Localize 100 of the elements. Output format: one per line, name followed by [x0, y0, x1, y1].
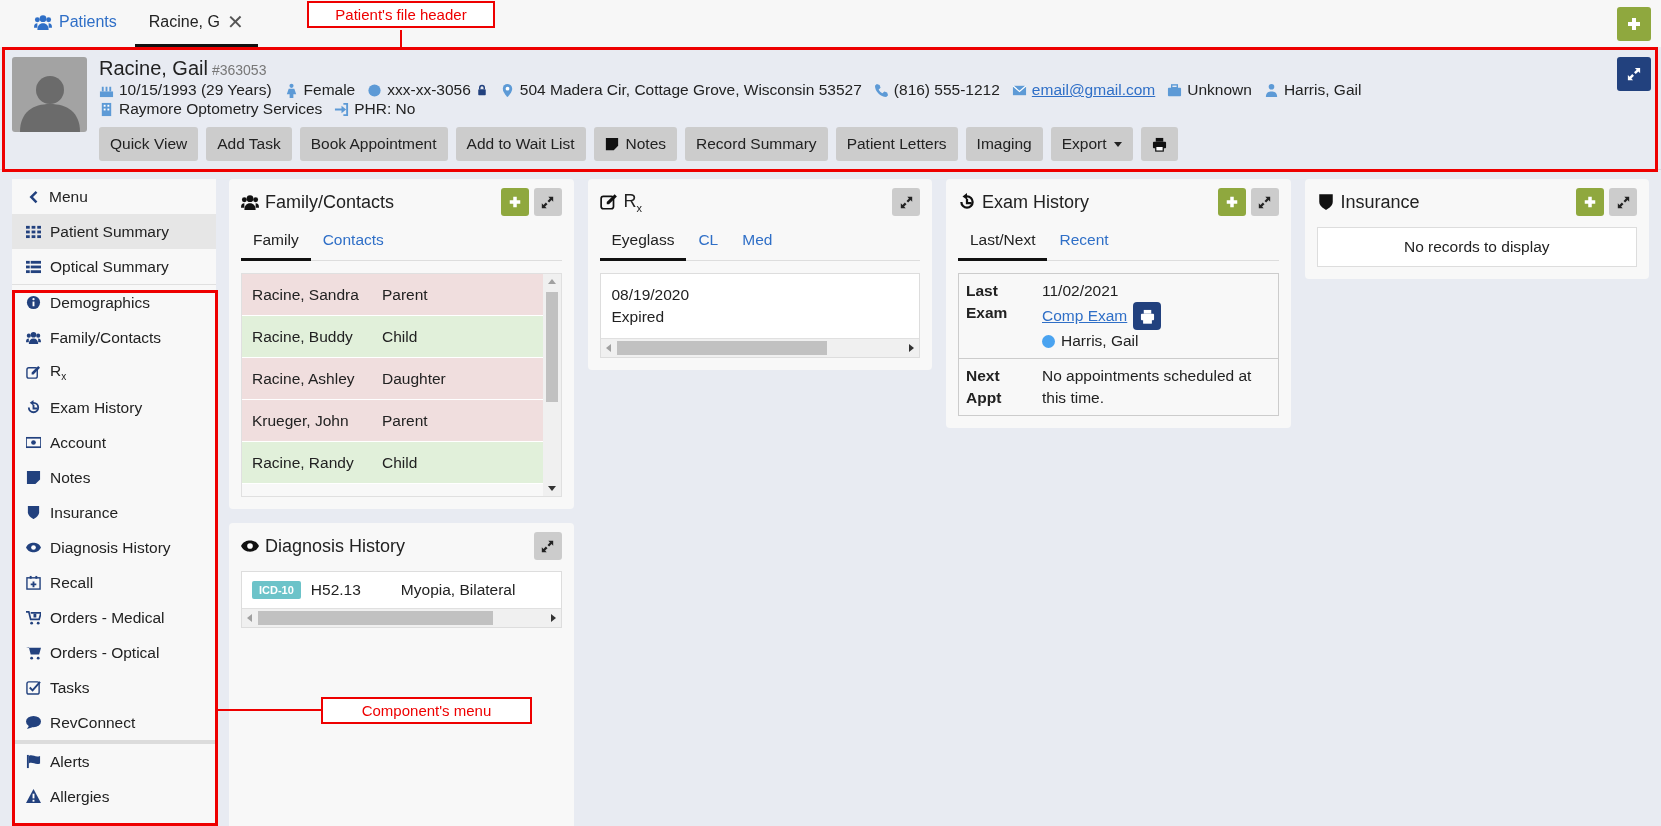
- panel-title: R$_{x}$: [623, 190, 642, 214]
- horizontal-scrollbar[interactable]: [600, 338, 919, 357]
- scroll-right-icon[interactable]: [548, 614, 557, 622]
- family-row[interactable]: Racine, Randy Child: [242, 442, 543, 484]
- relation-text: Child: [382, 453, 418, 472]
- family-row[interactable]: Racine, Sandra Parent: [242, 274, 543, 316]
- print-icon: [1151, 136, 1167, 152]
- notes-button[interactable]: Notes: [593, 127, 678, 161]
- export-dropdown[interactable]: Export: [1050, 127, 1133, 161]
- sidebar-item[interactable]: Orders - Optical: [12, 635, 216, 670]
- info-icon: [26, 295, 41, 310]
- expand-button[interactable]: [1617, 57, 1651, 91]
- sidebar-item[interactable]: Exam History: [12, 390, 216, 425]
- header-button[interactable]: Add Task: [206, 127, 292, 161]
- sidebar-item[interactable]: Insurance: [12, 495, 216, 530]
- scroll-down-icon[interactable]: [547, 484, 556, 492]
- header-button[interactable]: Quick View: [99, 127, 199, 161]
- family-row[interactable]: Krueger, John Parent: [242, 400, 543, 442]
- panel-tab[interactable]: Recent: [1047, 223, 1121, 261]
- member-name: Racine, Ashley: [252, 369, 356, 388]
- expand-icon: [899, 195, 913, 209]
- chat-icon: [26, 715, 41, 730]
- sidebar-item[interactable]: Demographics: [12, 285, 216, 320]
- patient-tab[interactable]: Patients: [20, 0, 131, 47]
- eye-icon: [26, 540, 41, 555]
- member-name: Racine, Randy: [252, 453, 355, 472]
- member-name: Racine, Buddy: [252, 327, 354, 346]
- dob-text: 10/15/1993 (29 Years): [119, 81, 272, 99]
- close-icon[interactable]: ✕: [226, 10, 244, 34]
- panel-tab[interactable]: CL: [686, 223, 731, 261]
- sidebar-item[interactable]: RevConnect: [12, 705, 216, 740]
- phone-icon: [873, 82, 889, 98]
- warning-icon: [26, 789, 41, 804]
- horizontal-scrollbar[interactable]: [242, 608, 561, 627]
- header-button[interactable]: Add to Wait List: [455, 127, 586, 161]
- people-icon: [34, 13, 52, 31]
- panel-tab[interactable]: Last/Next: [958, 223, 1048, 261]
- panel-tab[interactable]: Contacts: [310, 223, 396, 261]
- print-button[interactable]: [1140, 127, 1178, 161]
- panel-tab[interactable]: Family: [241, 223, 311, 261]
- scroll-right-icon[interactable]: [907, 344, 915, 352]
- sidebar-item[interactable]: Alerts: [12, 744, 216, 779]
- expand-button[interactable]: [533, 532, 562, 560]
- header-button[interactable]: Record Summary: [685, 127, 828, 161]
- sidebar-item[interactable]: Recall: [12, 565, 216, 600]
- member-name: Krueger, John: [252, 411, 350, 430]
- panel-tab[interactable]: Eyeglass: [599, 223, 687, 261]
- cart-plus-icon: [26, 610, 41, 625]
- appointment-text: No appointments scheduled at this time.: [1042, 366, 1253, 408]
- practice-text: Raymore Optometry Services: [119, 100, 323, 118]
- add-button[interactable]: [1617, 6, 1651, 41]
- empty-message: No records to display: [1316, 227, 1637, 267]
- exam-link[interactable]: Comp Exam: [1042, 305, 1128, 327]
- print-button[interactable]: [1133, 302, 1162, 330]
- annotation-label: Component's menu: [321, 697, 532, 724]
- family-row[interactable]: Racine, Buddy Child: [242, 316, 543, 358]
- expand-button[interactable]: [1609, 188, 1637, 216]
- expand-icon: [541, 539, 554, 553]
- sidebar-item[interactable]: Account: [12, 425, 216, 460]
- sidebar-item[interactable]: Diagnosis History: [12, 530, 216, 565]
- patient-id: #363053: [211, 62, 267, 78]
- add-button[interactable]: [1576, 188, 1604, 216]
- sidebar-item[interactable]: R$_{x}$: [12, 355, 216, 390]
- history-icon: [958, 193, 976, 211]
- expand-button[interactable]: [533, 188, 562, 216]
- relation-text: Daughter: [382, 369, 446, 388]
- sidebar-item[interactable]: Orders - Medical: [12, 600, 216, 635]
- expand-button[interactable]: [1250, 188, 1279, 216]
- flag-icon: [26, 754, 41, 769]
- lock-icon: [475, 84, 488, 96]
- edit-icon: [599, 193, 618, 211]
- note-icon: [604, 137, 619, 151]
- member-name: Racine, Sandra: [252, 285, 360, 304]
- ssn-text: xxx-xx-3056: [387, 81, 471, 99]
- edit-icon: [26, 365, 41, 380]
- expand-button[interactable]: [892, 188, 920, 216]
- header-button[interactable]: Patient Letters: [835, 127, 958, 161]
- patient-tab[interactable]: Racine, G ✕: [134, 0, 258, 47]
- expand-icon: [1616, 195, 1630, 209]
- exam-date: 11/02/2021: [1042, 281, 1120, 301]
- family-row[interactable]: Racine, Ashley Daughter: [242, 358, 543, 400]
- back-menu-item[interactable]: Menu: [12, 179, 216, 214]
- gender-text: Female: [303, 81, 356, 99]
- row-label: Next Appt: [966, 366, 1003, 408]
- header-button[interactable]: Book Appointment: [299, 127, 448, 161]
- sidebar-item[interactable]: Tasks: [12, 670, 216, 705]
- sidebar-item[interactable]: Patient Summary: [12, 214, 216, 249]
- sidebar-item[interactable]: Family/Contacts: [12, 320, 216, 355]
- people-icon: [26, 330, 41, 345]
- email-link[interactable]: email@gmail.com: [1031, 81, 1156, 99]
- panel-tab[interactable]: Med: [730, 223, 785, 261]
- history-icon: [26, 400, 41, 415]
- diagnosis-code: H52.13: [310, 581, 362, 599]
- sidebar-item[interactable]: Allergies: [12, 779, 216, 814]
- sidebar-item[interactable]: Optical Summary: [12, 249, 216, 284]
- provider-text: Harris, Gail: [1283, 81, 1362, 99]
- shield-icon: [1316, 193, 1335, 211]
- header-button[interactable]: Imaging: [965, 127, 1043, 161]
- sidebar-item[interactable]: Notes: [12, 460, 216, 495]
- caret-icon: [1113, 141, 1122, 147]
